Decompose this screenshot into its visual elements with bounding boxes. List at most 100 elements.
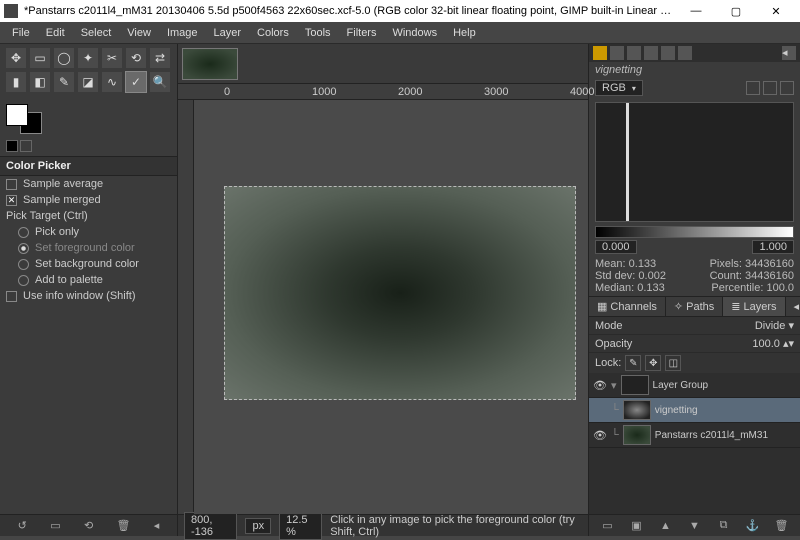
canvas[interactable]	[194, 100, 588, 514]
canvas-area: 0 1000 2000 3000 4000 800, -136 px 12.5 …	[178, 44, 588, 536]
ruler-vertical[interactable]	[178, 100, 194, 514]
layer-opacity-row[interactable]: Opacity 100.0 ▴▾	[589, 335, 800, 353]
dock-menu-icon[interactable]: ◂	[786, 297, 800, 316]
tab-text-icon[interactable]	[627, 46, 641, 60]
tab-menu-icon[interactable]: ◂	[782, 46, 796, 60]
image-content[interactable]	[224, 186, 576, 400]
tab-curves-icon[interactable]	[678, 46, 692, 60]
menu-windows[interactable]: Windows	[386, 25, 443, 41]
close-button[interactable]: ✕	[756, 0, 796, 22]
layer-group[interactable]: 👁 ▾ Layer Group	[589, 373, 800, 398]
tool-paths-icon[interactable]: ∿	[102, 72, 122, 92]
log-hist-icon[interactable]	[763, 81, 777, 95]
toolbox: ✥ ▭ ◯ ✦ ✂ ⟲ ⇄ ▮ ◧ ✎ ◪ ∿ ✓ 🔍	[0, 44, 177, 100]
tab-paths[interactable]: ✧ Paths	[666, 297, 723, 316]
window-controls: — ▢ ✕	[676, 0, 796, 22]
tab-levels-icon[interactable]	[661, 46, 675, 60]
tool-move-icon[interactable]: ✥	[6, 48, 26, 68]
layer-image-thumb[interactable]	[623, 425, 651, 445]
layer-vignetting-thumb[interactable]	[623, 400, 651, 420]
layer-mode-row[interactable]: Mode Divide ▾	[589, 317, 800, 335]
raise-layer-icon[interactable]: ▲	[659, 519, 673, 533]
mini-swatch-black[interactable]	[6, 140, 18, 152]
menu-help[interactable]: Help	[447, 25, 482, 41]
tab-pointer-icon[interactable]	[610, 46, 624, 60]
tool-rotate-icon[interactable]: ⟲	[126, 48, 146, 68]
menu-layer[interactable]: Layer	[208, 25, 248, 41]
menu-tools[interactable]: Tools	[299, 25, 337, 41]
fg-color-swatch[interactable]	[6, 104, 28, 126]
lock-position-icon[interactable]: ✥	[645, 355, 661, 371]
tool-rect-select-icon[interactable]: ▭	[30, 48, 50, 68]
mini-swatch-gray[interactable]	[20, 140, 32, 152]
undo-history-icon[interactable]: ↺	[18, 519, 27, 532]
fg-bg-swatch[interactable]	[6, 104, 42, 134]
tab-layers[interactable]: ≣ Layers	[723, 297, 785, 316]
range-lo[interactable]: 0.000	[595, 240, 637, 254]
lock-alpha-icon[interactable]: ◫	[665, 355, 681, 371]
document-icon[interactable]: ▭	[50, 519, 60, 532]
tool-gradient-icon[interactable]: ◧	[30, 72, 50, 92]
menu-icon[interactable]: ◂	[154, 519, 160, 532]
lower-layer-icon[interactable]: ▼	[688, 519, 702, 533]
tab-sample-icon[interactable]	[644, 46, 658, 60]
tool-free-select-icon[interactable]: ◯	[54, 48, 74, 68]
maximize-button[interactable]: ▢	[716, 0, 756, 22]
histogram-title: vignetting	[589, 62, 800, 78]
opt-add-palette[interactable]: Add to palette	[0, 272, 177, 288]
image-tab-thumb[interactable]	[182, 48, 238, 80]
menu-colors[interactable]: Colors	[251, 25, 295, 41]
tool-zoom-icon[interactable]: 🔍	[150, 72, 170, 92]
channel-combo[interactable]: RGB▾	[595, 80, 643, 96]
tool-color-picker-icon[interactable]: ✓	[126, 72, 146, 92]
visibility-icon[interactable]: 👁	[593, 429, 607, 442]
menu-select[interactable]: Select	[75, 25, 118, 41]
lock-pixels-icon[interactable]: ✎	[625, 355, 641, 371]
duplicate-layer-icon[interactable]: ⧉	[717, 519, 731, 533]
color-picker-header: Color Picker	[0, 156, 177, 176]
layer-group-thumb[interactable]	[621, 375, 649, 395]
menu-image[interactable]: Image	[161, 25, 204, 41]
right-panel-tabs: ◂	[589, 44, 800, 62]
histogram-plot[interactable]	[595, 102, 794, 222]
tool-bucket-icon[interactable]: ▮	[6, 72, 26, 92]
tool-flip-icon[interactable]: ⇄	[150, 48, 170, 68]
opt-sample-average[interactable]: Sample average	[0, 176, 177, 192]
opt-use-info[interactable]: Use info window (Shift)	[0, 288, 177, 304]
tool-eraser-icon[interactable]: ◪	[78, 72, 98, 92]
tool-crop-icon[interactable]: ✂	[102, 48, 122, 68]
layer-vignetting[interactable]: └ vignetting	[589, 398, 800, 423]
minimize-button[interactable]: —	[676, 0, 716, 22]
status-unit[interactable]: px	[245, 518, 271, 534]
range-hi[interactable]: 1.000	[752, 240, 794, 254]
status-zoom[interactable]: 12.5 %	[279, 512, 322, 540]
statusbar: 800, -136 px 12.5 % Click in any image t…	[178, 514, 588, 536]
ruler-horizontal[interactable]: 0 1000 2000 3000 4000	[178, 84, 588, 100]
anchor-layer-icon[interactable]: ⚓	[746, 519, 760, 533]
tool-pencil-icon[interactable]: ✎	[54, 72, 74, 92]
tab-histogram-icon[interactable]	[593, 46, 607, 60]
opt-pick-only[interactable]: Pick only	[0, 224, 177, 240]
window-title: *Panstarrs c2011l4_mM31 20130406 5.5d p5…	[24, 5, 676, 17]
linear-hist-icon[interactable]	[746, 81, 760, 95]
hist-menu-icon[interactable]	[780, 81, 794, 95]
delete-icon[interactable]: 🗑	[116, 519, 130, 532]
menu-view[interactable]: View	[121, 25, 157, 41]
delete-layer-icon[interactable]: 🗑	[775, 519, 789, 533]
opt-set-bg[interactable]: Set background color	[0, 256, 177, 272]
tool-fuzzy-select-icon[interactable]: ✦	[78, 48, 98, 68]
menu-edit[interactable]: Edit	[40, 25, 71, 41]
tab-channels[interactable]: ▦ Channels	[589, 297, 666, 316]
menu-file[interactable]: File	[6, 25, 36, 41]
reset-icon[interactable]: ⟲	[84, 519, 93, 532]
menu-filters[interactable]: Filters	[341, 25, 383, 41]
dock-tabs: ▦ Channels ✧ Paths ≣ Layers ◂	[589, 296, 800, 317]
opt-set-fg[interactable]: Set foreground color	[0, 240, 177, 256]
pick-target-label: Pick Target (Ctrl)	[0, 208, 177, 224]
opt-sample-merged[interactable]: Sample merged	[0, 192, 177, 208]
new-layer-icon[interactable]: ▭	[601, 519, 615, 533]
new-group-icon[interactable]: ▣	[630, 519, 644, 533]
layer-image[interactable]: 👁 └ Panstarrs c2011l4_mM31	[589, 423, 800, 448]
histogram-gradient[interactable]	[595, 226, 794, 238]
visibility-icon[interactable]: 👁	[593, 379, 607, 392]
